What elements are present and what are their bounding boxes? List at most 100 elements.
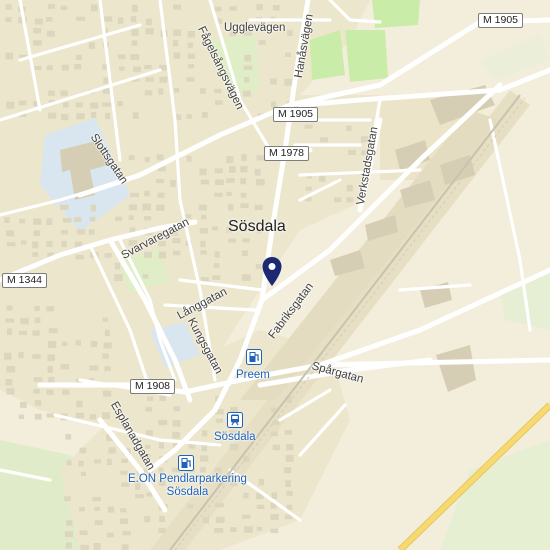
house-block: [64, 531, 74, 538]
poi-label-preem[interactable]: Preem: [236, 369, 270, 382]
house-block: [144, 515, 151, 523]
poi-label-eon[interactable]: E.ON Pendlarparkering Sösdala: [128, 473, 247, 499]
house-block: [76, 229, 86, 235]
house-block: [18, 330, 27, 335]
house-block: [6, 366, 16, 373]
house-block: [102, 353, 109, 359]
house-block: [5, 318, 15, 323]
house-block: [201, 444, 208, 452]
house-block: [188, 64, 195, 69]
house-block: [214, 168, 223, 174]
house-block: [94, 520, 103, 525]
house-block: [199, 228, 208, 234]
house-block: [229, 6, 237, 11]
train-station-icon[interactable]: [227, 412, 243, 428]
house-block: [159, 76, 168, 83]
house-block: [226, 156, 234, 164]
house-block: [75, 254, 85, 260]
house-block: [258, 40, 266, 45]
poi-label-eon-line2: Sösdala: [166, 486, 209, 498]
house-block: [20, 401, 27, 408]
house-block: [34, 65, 42, 70]
house-block: [254, 168, 261, 176]
house-block: [46, 389, 54, 395]
fuel-station-icon[interactable]: [246, 349, 262, 365]
house-block: [284, 78, 293, 86]
house-block: [270, 78, 277, 85]
house-block: [33, 377, 43, 382]
house-block: [173, 406, 181, 412]
house-block: [48, 4, 55, 9]
house-block: [32, 40, 42, 46]
house-block: [244, 526, 253, 533]
house-block: [348, 149, 356, 155]
house-block: [230, 527, 237, 533]
house-block: [174, 88, 180, 93]
house-block: [157, 192, 165, 198]
house-block: [159, 395, 166, 401]
house-block: [6, 305, 13, 311]
house-block: [47, 354, 55, 362]
house-block: [104, 366, 111, 372]
ev-charging-icon[interactable]: [178, 455, 194, 471]
house-block: [33, 218, 42, 225]
house-block: [61, 341, 68, 347]
house-block: [90, 341, 98, 348]
house-block: [172, 420, 181, 427]
house-block: [122, 531, 131, 536]
route-shield-m1908[interactable]: M 1908: [130, 379, 176, 394]
house-block: [60, 204, 69, 210]
house-block: [172, 250, 181, 256]
house-block: [173, 40, 179, 47]
house-block: [130, 16, 137, 23]
map-canvas[interactable]: M 1905 M 1905 M 1978 M 1344 M 1908 Uggle…: [0, 0, 550, 550]
location-pin-icon[interactable]: [262, 257, 282, 287]
house-block: [128, 155, 135, 161]
house-block: [92, 496, 101, 502]
house-block: [243, 65, 253, 70]
house-block: [145, 28, 154, 35]
house-block: [228, 204, 234, 211]
house-block: [229, 443, 239, 451]
house-block: [5, 4, 12, 10]
house-block: [240, 192, 247, 198]
house-block: [170, 180, 176, 187]
house-block: [34, 400, 42, 406]
house-block: [106, 532, 114, 538]
house-block: [284, 430, 293, 435]
house-block: [65, 434, 72, 440]
house-block: [229, 166, 236, 173]
house-block: [158, 88, 164, 95]
route-shield-m1905[interactable]: M 1905: [273, 107, 319, 122]
house-block: [287, 30, 293, 36]
house-block: [200, 88, 206, 94]
house-block: [187, 31, 196, 38]
house-block: [173, 52, 181, 59]
house-block: [32, 354, 41, 359]
house-block: [131, 40, 138, 46]
house-block: [118, 66, 125, 71]
house-block: [228, 238, 237, 243]
house-block: [255, 264, 262, 269]
house-block: [242, 90, 251, 97]
house-block: [48, 376, 55, 383]
house-block: [107, 506, 115, 513]
house-block: [128, 204, 137, 211]
poi-label-station[interactable]: Sösdala: [214, 431, 256, 444]
house-block: [145, 407, 153, 412]
house-block: [256, 179, 265, 186]
house-block: [6, 388, 15, 395]
house-block: [80, 544, 89, 550]
house-block: [144, 156, 150, 163]
route-shield-m1905[interactable]: M 1905: [478, 13, 524, 28]
house-block: [212, 275, 221, 280]
house-block: [285, 455, 294, 462]
house-block: [202, 516, 209, 524]
house-block: [64, 496, 71, 501]
house-block: [76, 400, 83, 408]
house-block: [88, 229, 95, 235]
house-block: [305, 186, 312, 191]
route-shield-m1978[interactable]: M 1978: [264, 146, 310, 161]
house-block: [213, 263, 220, 268]
route-shield-m1344[interactable]: M 1344: [2, 273, 48, 288]
